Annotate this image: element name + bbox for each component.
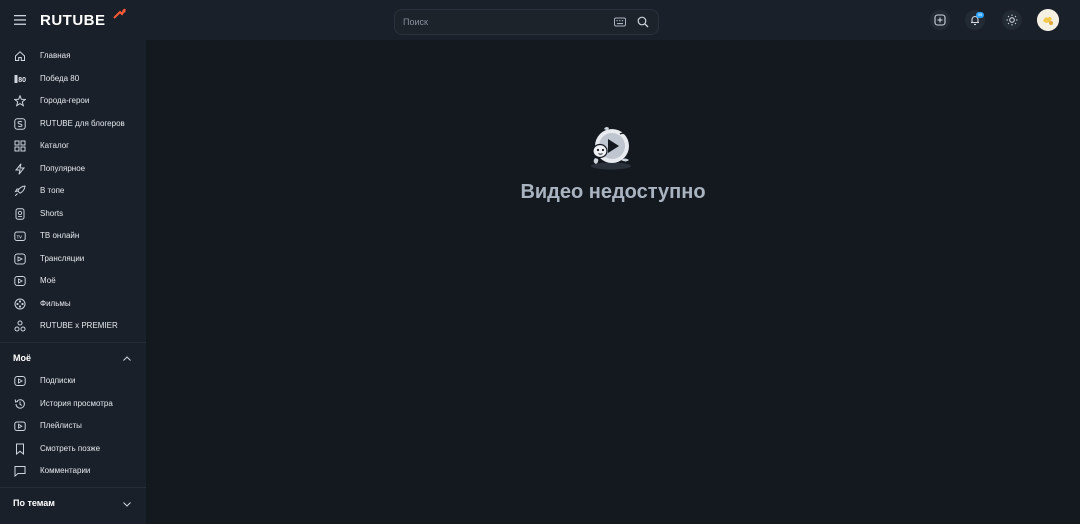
- broadcast-icon: [14, 253, 26, 264]
- sidebar-divider: [0, 487, 146, 488]
- main-content: Видео недоступно: [146, 40, 1080, 524]
- my-section-title[interactable]: Моё: [13, 353, 31, 363]
- sidebar-item-label: RUTUBE для блогеров: [40, 118, 125, 128]
- svg-text:80: 80: [18, 77, 26, 84]
- sidebar-item-label: В топе: [40, 186, 65, 195]
- add-video-icon: [934, 14, 946, 26]
- search-icon[interactable]: [637, 16, 649, 28]
- sidebar-item-bloggers[interactable]: RUTUBE для блогеров: [0, 113, 146, 135]
- sidebar-item-label: RUTUBE x PREMIER: [40, 321, 118, 330]
- sidebar-item-label: Комментарии: [40, 466, 91, 475]
- sun-icon: [1006, 14, 1018, 26]
- sidebar-item-label: Главная: [40, 51, 71, 60]
- sidebar-item-popular[interactable]: Популярное: [0, 158, 146, 180]
- sidebar-item-label: Плейлисты: [40, 421, 82, 430]
- victory-icon: 80: [14, 74, 26, 84]
- blogger-icon: [14, 117, 26, 130]
- app-root: RUTUBE Поиск 99 Главная 80 Победа 80 Гор…: [0, 0, 1080, 524]
- sidebar-item-label: Подписки: [40, 376, 76, 385]
- sidebar-item-victory[interactable]: 80 Победа 80: [0, 68, 146, 90]
- sidebar-item-tv[interactable]: TV ТВ онлайн: [0, 225, 146, 247]
- rutube-logo[interactable]: RUTUBE: [40, 12, 106, 29]
- sidebar-item-label: Каталог: [40, 141, 70, 150]
- sidebar-item-label: Популярное: [40, 163, 86, 173]
- menu-icon[interactable]: [12, 12, 28, 28]
- bookmark-icon: [16, 443, 24, 455]
- sidebar-item-label: Смотреть позже: [40, 443, 101, 453]
- chevron-down-icon[interactable]: [122, 499, 132, 509]
- upload-button[interactable]: [930, 10, 950, 30]
- shorts-icon: [15, 207, 25, 220]
- video-unavailable-mascot-icon: [591, 126, 631, 170]
- star-icon: [14, 95, 26, 107]
- sidebar-item-my[interactable]: Моё: [0, 270, 146, 292]
- sidebar-item-label: Фильмы: [40, 298, 71, 308]
- sidebar-item-films[interactable]: Фильмы: [0, 293, 146, 315]
- playlist-icon: [14, 421, 26, 431]
- sidebar-item-comments[interactable]: Комментарии: [0, 460, 146, 482]
- sidebar-item-label: Победа 80: [40, 73, 80, 83]
- sidebar-item-playlists[interactable]: Плейлисты: [0, 415, 146, 437]
- premier-icon: [14, 320, 26, 332]
- sidebar-item-label: ТВ онлайн: [40, 231, 80, 240]
- search-box: [394, 9, 659, 35]
- theme-toggle-button[interactable]: [1002, 10, 1022, 30]
- rocket-icon: [14, 185, 26, 197]
- sidebar-item-broadcasts[interactable]: Трансляции: [0, 248, 146, 270]
- sidebar-item-label: Трансляции: [40, 253, 85, 263]
- notifications-button[interactable]: 99: [965, 10, 985, 30]
- sidebar-item-label: Города-герои: [40, 96, 90, 105]
- topics-section-title[interactable]: По темам: [13, 498, 55, 508]
- sidebar-item-subscriptions[interactable]: Подписки: [0, 370, 146, 392]
- sidebar-item-watch-later[interactable]: Смотреть позже: [0, 438, 146, 460]
- avatar-image: [1037, 9, 1059, 31]
- history-icon: [14, 398, 25, 409]
- sidebar-item-catalog[interactable]: Каталог: [0, 135, 146, 157]
- sidebar: Главная 80 Победа 80 Города-герои RUTUBE…: [0, 40, 146, 524]
- search-input[interactable]: [403, 13, 603, 31]
- my-icon: [14, 276, 26, 286]
- grid-icon: [14, 140, 26, 152]
- video-unavailable-message: Видео недоступно: [520, 181, 706, 203]
- sidebar-item-hero-cities[interactable]: Города-герои: [0, 90, 146, 112]
- keyboard-icon[interactable]: [614, 17, 626, 27]
- subscriptions-icon: [14, 376, 26, 386]
- sidebar-item-home[interactable]: Главная: [0, 45, 146, 67]
- sidebar-item-history[interactable]: История просмотра: [0, 393, 146, 415]
- top-header: RUTUBE Поиск 99: [0, 0, 1080, 40]
- sidebar-item-top[interactable]: В топе: [0, 180, 146, 202]
- sidebar-item-shorts[interactable]: Shorts: [0, 203, 146, 225]
- sidebar-item-label: Моё: [40, 276, 56, 285]
- sidebar-item-premier[interactable]: RUTUBE x PREMIER: [0, 315, 146, 337]
- logo-mark-icon: [113, 8, 126, 19]
- home-icon: [15, 51, 25, 61]
- tv-icon: TV: [14, 231, 26, 241]
- sidebar-divider: [0, 342, 146, 343]
- user-avatar[interactable]: [1037, 9, 1059, 31]
- notification-badge: 99: [976, 12, 984, 18]
- sidebar-item-label: Shorts: [40, 208, 64, 218]
- svg-text:TV: TV: [17, 234, 23, 239]
- lightning-icon: [14, 162, 26, 175]
- film-icon: [14, 298, 26, 309]
- chevron-up-icon[interactable]: [122, 354, 132, 364]
- comment-icon: [14, 466, 26, 477]
- sidebar-item-label: История просмотра: [40, 398, 113, 408]
